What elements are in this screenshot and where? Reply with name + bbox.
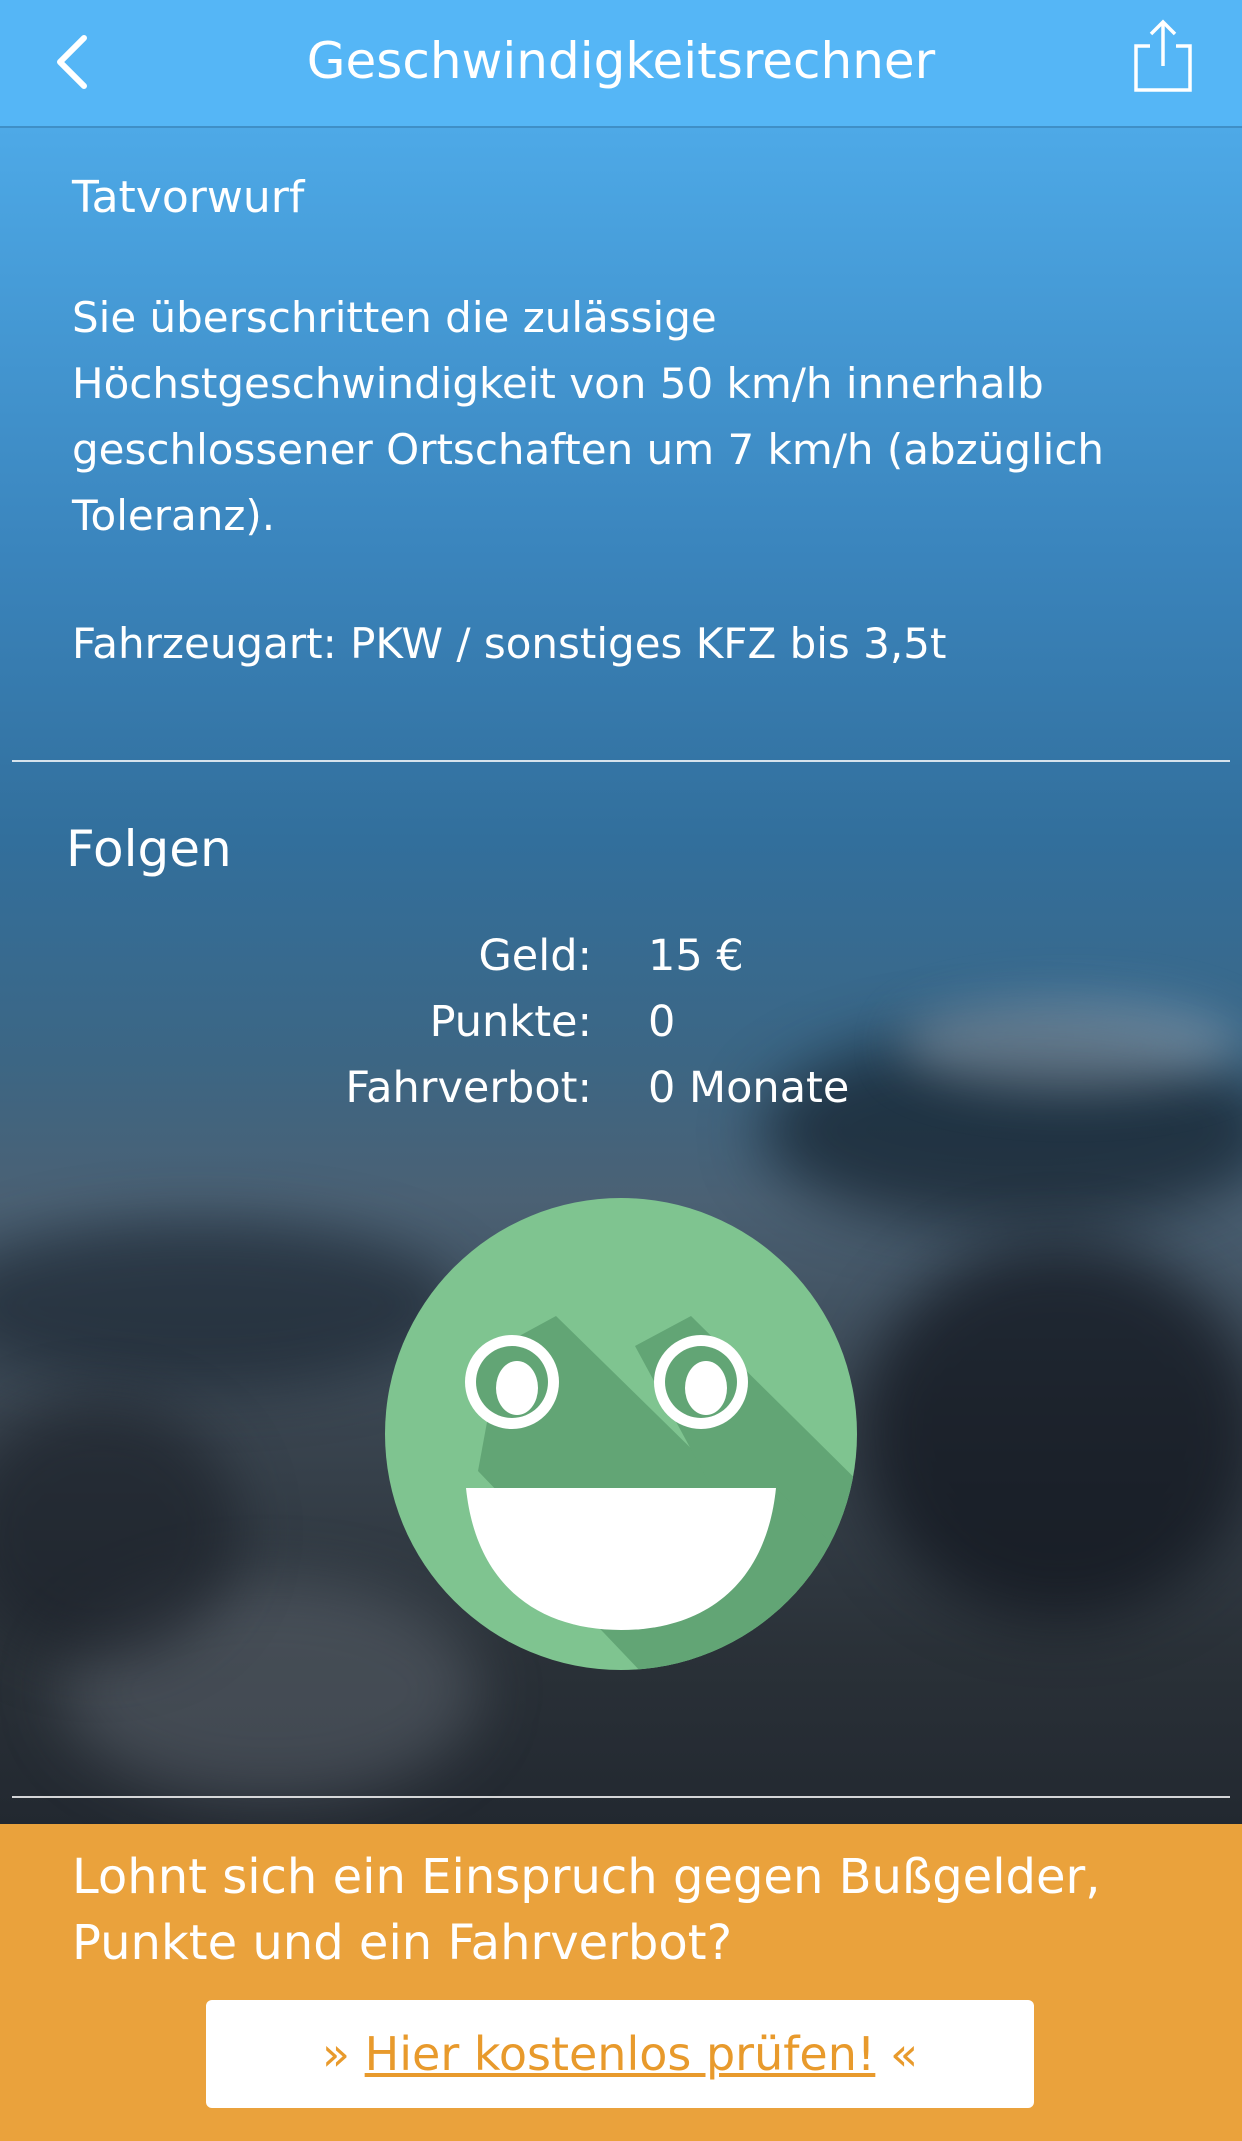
share-button[interactable] [1124,16,1202,98]
consequence-row-money: Geld: 15 € [0,923,1242,989]
consequence-label: Punkte: [429,997,592,1047]
consequence-row-points: Punkte: 0 [0,989,1242,1055]
promo-banner: Lohnt sich ein Einspruch gegen Bußgelder… [0,1824,1242,2141]
share-icon [1134,19,1192,92]
consequence-value: 0 [648,997,676,1047]
happy-face-icon [383,1196,859,1672]
consequence-row-driving-ban: Fahrverbot: 0 Monate [0,1055,1242,1121]
cta-suffix: « [875,2027,919,2081]
offense-description: Sie überschritten die zulässige Höchstge… [72,293,1105,540]
consequence-label: Fahrverbot: [345,1063,592,1113]
cta-prefix: » [321,2027,365,2081]
consequence-value: 0 Monate [648,1063,850,1113]
divider [12,1796,1230,1798]
divider [12,760,1230,762]
navigation-bar: Geschwindigkeitsrechner [0,0,1242,128]
cta-link[interactable]: Hier kostenlos prüfen! [365,2027,876,2081]
consequences-heading: Folgen [66,820,232,878]
consequence-value: 15 € [648,931,744,981]
background-blur-shape [860,1240,1242,1620]
page-title: Geschwindigkeitsrechner [306,32,936,90]
offense-heading: Tatvorwurf [72,172,305,223]
consequence-label: Geld: [478,931,592,981]
promo-text: Lohnt sich ein Einspruch gegen Bußgelder… [72,1849,1101,1971]
vehicle-type: Fahrzeugart: PKW / sonstiges KFZ bis 3,5… [72,619,947,668]
check-for-free-button[interactable]: » Hier kostenlos prüfen! « [206,2000,1034,2108]
